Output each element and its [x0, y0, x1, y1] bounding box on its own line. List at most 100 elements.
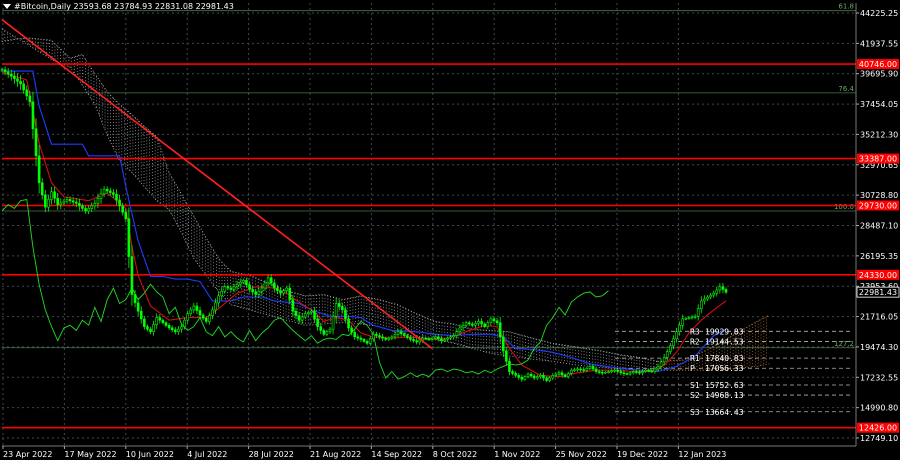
fib-label: 127.2: [834, 340, 854, 348]
candle-body: [53, 191, 56, 199]
candle-body: [362, 339, 366, 342]
candle-body: [9, 73, 13, 77]
current-price-tag-text: 22981.43: [859, 288, 897, 297]
candle-body: [579, 368, 582, 371]
pivot-value: 14968.13: [705, 391, 744, 400]
pivot-label: S2: [690, 391, 700, 400]
time-axis-label: 12 Jan 2023: [678, 450, 726, 459]
candle-body: [402, 333, 406, 336]
candle-body: [570, 369, 573, 374]
fib-label: 61.8: [838, 3, 854, 11]
candle-body: [310, 310, 313, 313]
candle-body: [715, 289, 719, 294]
candle-body: [93, 203, 97, 207]
time-axis-label: 23 Apr 2022: [3, 450, 52, 459]
candle-body: [548, 377, 551, 381]
ichimoku-cloud-edge-upper: [1, 37, 659, 362]
candle-body: [635, 371, 638, 373]
candle-body: [260, 287, 264, 292]
candle-body: [198, 310, 202, 316]
candle-body: [173, 329, 177, 333]
candle-body: [356, 336, 360, 339]
candle-body: [610, 370, 613, 373]
candle-body: [130, 256, 134, 295]
candle-body: [505, 350, 508, 362]
candle-body: [492, 318, 496, 322]
candle-body: [631, 371, 635, 374]
candle-body: [511, 371, 514, 374]
candle-body: [582, 369, 586, 371]
candle-body: [288, 287, 292, 300]
pivot-label: S1: [690, 381, 700, 390]
candle-body: [690, 316, 694, 319]
candle-body: [170, 327, 174, 331]
candle-body: [576, 368, 579, 371]
time-axis-label: 28 Jul 2022: [249, 450, 294, 459]
candle-body: [254, 291, 258, 295]
candle-body: [99, 193, 103, 199]
candle-body: [687, 317, 691, 319]
candle-body: [359, 337, 363, 340]
candle-body: [322, 330, 326, 335]
candle-body: [566, 373, 570, 377]
candle-body: [721, 286, 725, 290]
candle-body: [307, 312, 310, 315]
candle-body: [121, 205, 124, 213]
pivot-label: R3: [690, 327, 700, 336]
candle-body: [613, 369, 616, 372]
candle-body: [703, 298, 706, 302]
fib-label: 76.4: [838, 85, 854, 93]
candle-body: [455, 331, 459, 336]
time-axis-label: 8 Oct 2022: [433, 450, 477, 459]
candle-body: [647, 369, 650, 372]
candle-body: [155, 317, 159, 325]
price-axis-label: 21716.05: [860, 313, 898, 322]
candle-body: [316, 318, 319, 327]
time-axis-label: 21 Aug 2022: [310, 450, 361, 459]
candle-body: [699, 300, 703, 309]
candle-body: [3, 69, 7, 73]
candle-body: [71, 200, 75, 203]
candle-body: [180, 326, 183, 330]
time-axis-label: 17 May 2022: [64, 450, 116, 459]
candle-body: [452, 335, 456, 338]
price-chart[interactable]: 61.8 76.4 100.0 127.2 R3 19929.83 R2 19144.53 R1…: [0, 0, 900, 460]
candle-body: [641, 371, 644, 374]
candle-body: [90, 205, 94, 209]
candle-body: [412, 339, 415, 342]
candle-body: [87, 208, 90, 212]
candle-body: [681, 318, 685, 326]
price-axis-label: 30728.80: [860, 191, 898, 200]
candle-body: [446, 337, 449, 340]
pivot-label: S3: [690, 408, 700, 417]
candle-body: [644, 369, 647, 372]
candle-body: [378, 335, 381, 338]
candle-body: [669, 345, 672, 352]
price-axis-label: 14990.80: [860, 404, 898, 413]
candle-body: [161, 319, 165, 324]
candle-body: [406, 335, 409, 338]
candle-body: [573, 369, 576, 371]
candle-body: [139, 310, 143, 320]
candle-body: [25, 89, 29, 97]
candle-body: [238, 281, 242, 285]
price-axis-label: 19474.30: [860, 343, 898, 352]
candle-body: [560, 372, 564, 376]
chart-window[interactable]: #Bitcoin,Daily 23593.68 23784.93 22831.0…: [0, 0, 900, 460]
candle-body: [622, 372, 626, 375]
candle-body: [143, 318, 146, 327]
level-price-tag-text: 40746.00: [859, 60, 897, 69]
candle-body: [257, 290, 261, 295]
candle-body: [50, 191, 53, 200]
candle-body: [709, 294, 712, 298]
pivot-value: 17056.33: [705, 364, 744, 373]
time-axis-label: 25 Nov 2022: [556, 450, 607, 459]
candle-body: [149, 328, 152, 333]
candle-body: [282, 290, 285, 294]
level-price-tag-text: 12426.00: [859, 424, 897, 433]
pivot-value: 19929.83: [705, 327, 744, 336]
candle-body: [214, 302, 217, 311]
candle-body: [393, 333, 397, 338]
candle-body: [415, 340, 418, 343]
candle-body: [464, 322, 468, 326]
